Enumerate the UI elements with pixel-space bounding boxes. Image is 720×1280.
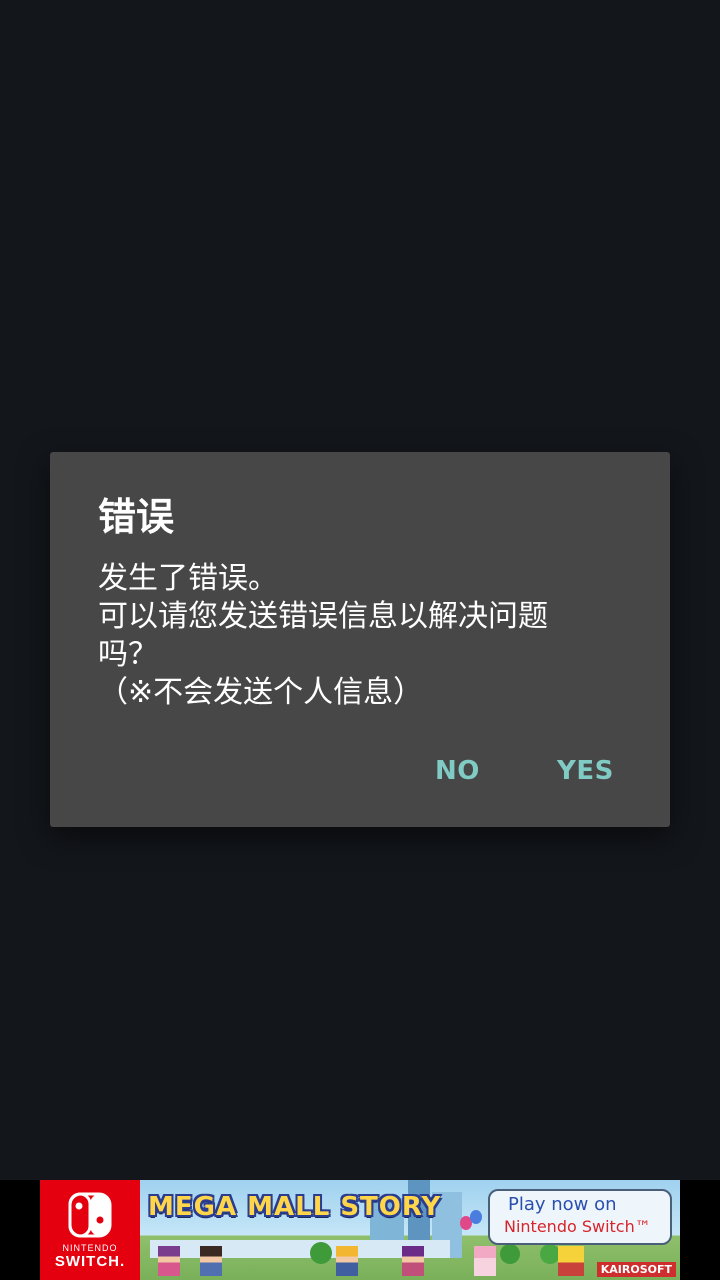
nintendo-switch-panel: NINTENDO SWITCH. [40, 1180, 140, 1280]
message-line: 吗？ [98, 637, 158, 672]
character-sprite [158, 1246, 180, 1276]
nintendo-switch-logo-icon [68, 1192, 112, 1238]
yes-button[interactable]: YES [549, 750, 622, 792]
character-sprite [402, 1246, 424, 1276]
app-screen: 错误 发生了错误。 可以请您发送错误信息以解决问题 吗？ （※不会发送个人信息）… [0, 0, 720, 1280]
mascot-sprite [558, 1246, 584, 1276]
dialog-title: 错误 [98, 495, 175, 539]
cta-line-1: Play now on [508, 1194, 617, 1215]
message-line: 发生了错误。 [98, 561, 278, 596]
message-line: （※不会发送个人信息） [98, 675, 424, 710]
game-title: MEGA MALL STORY [148, 1192, 442, 1222]
no-button[interactable]: NO [427, 750, 488, 792]
publisher-badge: KAIROSOFT [596, 1262, 676, 1277]
message-line: 可以请您发送错误信息以解决问题 [98, 599, 548, 634]
ad-game-scene: MEGA MALL STORY Play now on Nintendo Swi… [140, 1180, 680, 1280]
character-sprite [336, 1246, 358, 1276]
balloon-icon [470, 1210, 482, 1224]
nintendo-label: NINTENDO [62, 1243, 118, 1253]
cta-box[interactable]: Play now on Nintendo Switch™ [488, 1189, 672, 1245]
tree-icon [540, 1244, 560, 1264]
cta-line-2: Nintendo Switch™ [504, 1217, 651, 1236]
ad-banner-container: NINTENDO SWITCH. MEGA MALL STORY Play no… [0, 1180, 720, 1280]
character-sprite [200, 1246, 222, 1276]
bunny-sprite [474, 1246, 496, 1276]
tree-icon [310, 1242, 332, 1264]
ad-banner[interactable]: NINTENDO SWITCH. MEGA MALL STORY Play no… [40, 1180, 680, 1280]
error-dialog: 错误 发生了错误。 可以请您发送错误信息以解决问题 吗？ （※不会发送个人信息）… [50, 452, 670, 827]
tree-icon [500, 1244, 520, 1264]
switch-label: SWITCH. [54, 1253, 126, 1270]
dialog-message: 发生了错误。 可以请您发送错误信息以解决问题 吗？ （※不会发送个人信息） [98, 560, 598, 712]
